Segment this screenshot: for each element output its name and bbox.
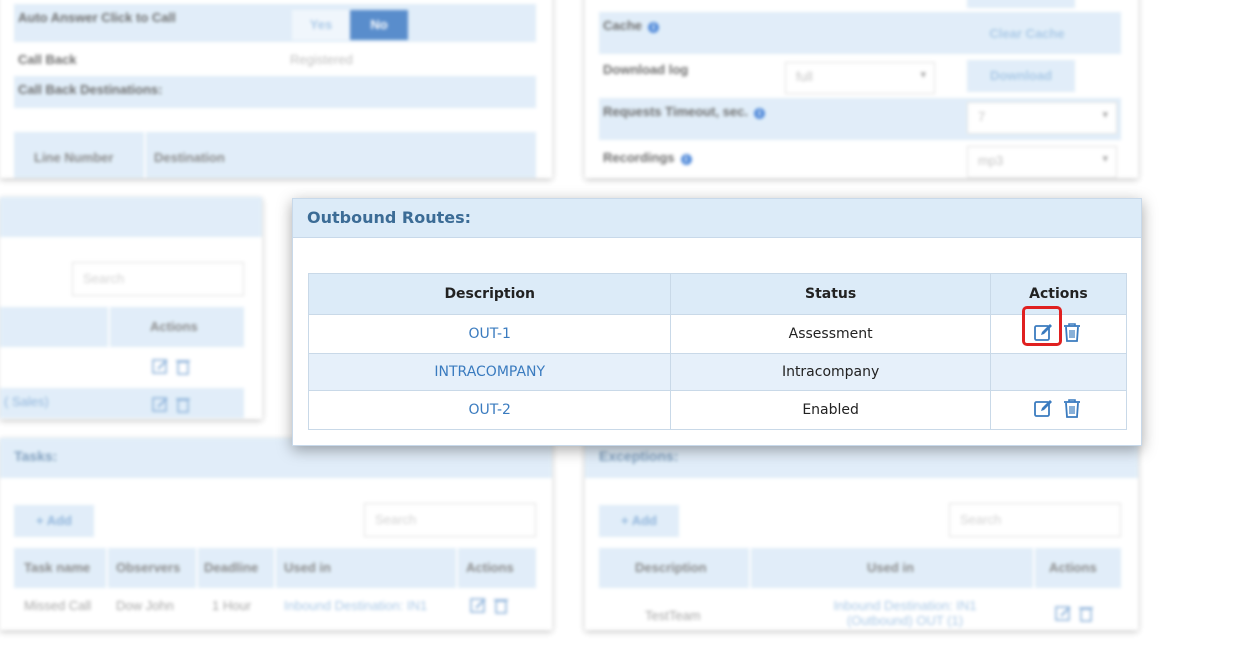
download-button[interactable]: Download xyxy=(967,60,1075,92)
highlight-box xyxy=(1022,306,1063,346)
edit-trash-icons[interactable] xyxy=(1055,604,1095,624)
route-actions xyxy=(989,306,1128,354)
tasks-row-observers: Dow John xyxy=(116,598,174,613)
edit-trash-icons[interactable] xyxy=(470,596,510,616)
tasks-row-name: Missed Call xyxy=(24,598,92,613)
recordings-label-text: Recordings xyxy=(603,150,675,165)
download-log-select[interactable]: full xyxy=(785,62,935,94)
recordings-label: Recordings i xyxy=(603,150,692,165)
mid-left-actions-header: Actions xyxy=(110,307,244,347)
route-status: Assessment xyxy=(670,314,991,354)
col-status: Status xyxy=(670,273,991,315)
timeout-select[interactable]: 7 xyxy=(967,102,1117,134)
mid-left-row2: ( Sales) xyxy=(0,388,244,418)
mid-left-table-header xyxy=(0,307,108,347)
yes-toggle[interactable]: Yes xyxy=(292,10,350,40)
exceptions-search[interactable]: Search xyxy=(949,503,1121,537)
table-row: OUT-2 Enabled xyxy=(307,390,1128,430)
auto-answer-row: Auto Answer Click to Call xyxy=(14,4,536,42)
edit-icon[interactable] xyxy=(1033,397,1055,419)
table-row: INTRACOMPANY Intracompany xyxy=(307,353,1128,391)
modal-title: Outbound Routes: xyxy=(307,208,472,227)
tasks-col-task-name: Task name xyxy=(14,548,106,588)
edit-trash-icons[interactable] xyxy=(152,357,192,377)
col-description: Description xyxy=(307,273,672,315)
call-back-label: Call Back xyxy=(18,52,77,67)
exceptions-row-used-in[interactable]: Inbound Destination: IN1 (Outbound) OUT … xyxy=(805,598,1005,628)
exceptions-col-used-in: Used in xyxy=(751,548,1033,588)
exceptions-row-actions[interactable] xyxy=(1055,604,1095,629)
info-icon: i xyxy=(648,22,660,33)
outbound-routes-table: Description Status Actions OUT-1 Assessm… xyxy=(307,273,1128,430)
settings-panel-left: Auto Answer Click to Call Yes No Call Ba… xyxy=(0,0,552,178)
tasks-col-observers: Observers xyxy=(108,548,196,588)
col-line-number: Line Number xyxy=(14,132,144,178)
clear-cache-button[interactable]: Clear Cache xyxy=(967,18,1087,50)
exceptions-panel: Exceptions: + Add Search Description Use… xyxy=(585,438,1138,630)
trash-icon[interactable] xyxy=(1061,397,1083,419)
mid-left-row2-actions[interactable] xyxy=(152,395,192,419)
route-link-intracompany[interactable]: INTRACOMPANY xyxy=(434,364,545,380)
mid-left-row2-text[interactable]: ( Sales) xyxy=(4,394,49,409)
call-back-value: Registered xyxy=(290,52,353,67)
col-destination: Destination xyxy=(146,132,536,178)
no-toggle[interactable]: No xyxy=(350,10,408,40)
exceptions-row-description: TestTeam xyxy=(645,608,701,623)
tasks-search[interactable]: Search xyxy=(364,503,536,537)
outbound-routes-modal: Outbound Routes: Description Status Acti… xyxy=(292,198,1142,446)
tasks-title: Tasks: xyxy=(14,448,58,464)
route-status: Enabled xyxy=(670,390,991,430)
tasks-row-deadline: 1 Hour xyxy=(212,598,252,613)
route-actions xyxy=(989,353,1128,391)
edit-trash-icons[interactable] xyxy=(152,395,192,415)
exceptions-add-button[interactable]: + Add xyxy=(599,505,679,537)
tasks-col-deadline: Deadline xyxy=(198,548,274,588)
table-header-row: Description Status Actions xyxy=(307,273,1128,315)
route-status: Intracompany xyxy=(670,353,991,391)
tasks-panel: Tasks: + Add Search Task name Observers … xyxy=(0,438,552,630)
route-actions xyxy=(989,390,1128,430)
call-back-destinations-row: Call Back Destinations: xyxy=(14,76,536,108)
info-icon: i xyxy=(753,108,765,119)
mid-left-row1-actions[interactable] xyxy=(152,357,192,382)
top-button-partial[interactable] xyxy=(967,0,1075,8)
tasks-col-used-in: Used in xyxy=(276,548,456,588)
cache-label: Cache xyxy=(603,18,643,33)
modal-header: Outbound Routes: xyxy=(293,199,1141,238)
tasks-row-actions[interactable] xyxy=(470,596,510,621)
mid-left-search[interactable]: Search xyxy=(72,262,244,296)
table-row: OUT-1 Assessment xyxy=(307,306,1128,354)
settings-panel-right: Cachei Clear Cache Download log full Dow… xyxy=(585,0,1138,178)
timeout-label: Requests Timeout, sec. xyxy=(603,104,748,119)
mid-left-panel: Search Actions ( Sales) xyxy=(0,197,262,419)
mid-left-header xyxy=(0,197,262,237)
download-log-label: Download log xyxy=(603,62,689,77)
recordings-select[interactable]: mp3 xyxy=(967,146,1117,178)
tasks-col-actions: Actions xyxy=(458,548,536,588)
route-link-out-1[interactable]: OUT-1 xyxy=(468,326,511,342)
exceptions-col-description: Description xyxy=(599,548,749,588)
tasks-add-button[interactable]: + Add xyxy=(14,505,94,537)
tasks-row-used-in[interactable]: Inbound Destination: IN1 xyxy=(284,598,434,613)
call-back-destinations-label: Call Back Destinations: xyxy=(18,82,163,97)
info-icon: i xyxy=(680,154,692,165)
route-link-out-2[interactable]: OUT-2 xyxy=(468,402,511,418)
trash-icon[interactable] xyxy=(1061,321,1083,343)
auto-answer-label: Auto Answer Click to Call xyxy=(18,10,176,25)
exceptions-col-actions: Actions xyxy=(1035,548,1121,588)
exceptions-title: Exceptions: xyxy=(599,448,679,464)
